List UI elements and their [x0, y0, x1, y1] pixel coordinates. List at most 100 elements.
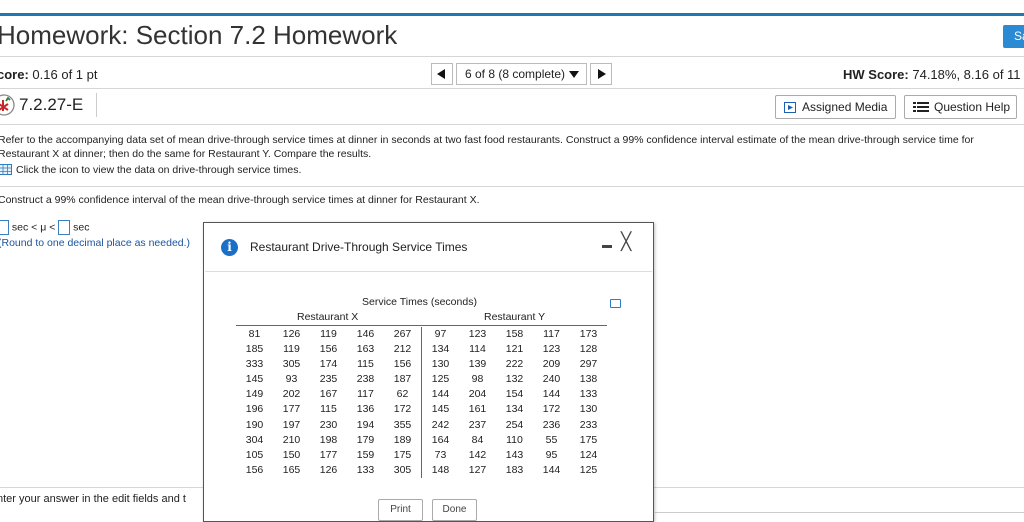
restaurant-y-cell: 145: [421, 402, 459, 418]
restaurant-y-cell: 123: [542, 343, 561, 356]
restaurant-y-cell: 139: [468, 358, 487, 371]
restaurant-y-cell: 95: [545, 448, 558, 461]
restaurant-y-cell: 254: [505, 418, 524, 431]
print-button[interactable]: Print: [378, 499, 423, 521]
hw-score-label: HW Score:: [843, 67, 909, 82]
dialog-title: Restaurant Drive-Through Service Times: [250, 240, 468, 254]
restaurant-y-header: Restaurant Y: [484, 311, 546, 323]
table-row: 196 177 115 136 172 145 161 134 172 130: [236, 402, 608, 418]
restaurant-y-cell: 222: [505, 358, 524, 371]
restaurant-x-cell: 119: [283, 343, 300, 356]
question-help-label: Question Help: [934, 100, 1011, 114]
restaurant-y-cell: 125: [421, 372, 459, 388]
question-prompt: Refer to the accompanying data set of me…: [0, 134, 974, 160]
table-row: 304 210 198 179 189 164 84 110 55 175: [236, 432, 608, 448]
divider: [96, 93, 97, 117]
table-row: 81 126 119 146 267 97 123 158 117 173: [236, 327, 608, 343]
table-row: 145 93 235 238 187 125 98 132 240 138: [236, 372, 608, 388]
hw-score: HW Score: 74.18%, 8.16 of 11: [843, 67, 1021, 82]
lower-bound-input[interactable]: [0, 220, 9, 235]
question-selector-dropdown[interactable]: 6 of 8 (8 complete): [456, 63, 587, 85]
restaurant-x-cell: 185: [245, 343, 264, 356]
restaurant-y-cell: 130: [579, 403, 598, 416]
media-icon: [784, 102, 796, 113]
copy-icon[interactable]: [610, 299, 621, 308]
table-row: 149 202 167 117 62 144 204 154 144 133: [236, 387, 608, 403]
restaurant-y-cell: 125: [579, 463, 598, 476]
restaurant-y-cell: 127: [468, 463, 487, 476]
chevron-down-icon: [569, 71, 579, 78]
restaurant-x-cell: 197: [282, 418, 301, 431]
restaurant-x-cell: 175: [393, 448, 412, 461]
restaurant-x-cell: 238: [356, 373, 375, 386]
restaurant-x-cell: 159: [356, 448, 375, 461]
restaurant-x-cell: 133: [356, 463, 375, 476]
restaurant-x-cell: 210: [282, 433, 301, 446]
restaurant-x-cell: 126: [282, 328, 301, 340]
divider: [0, 124, 1024, 125]
table-row: 156 165 126 133 305 148 127 183 144 125: [236, 462, 608, 478]
data-link[interactable]: Click the icon to view the data on drive…: [0, 164, 301, 176]
divider: [236, 325, 607, 326]
restaurant-y-cell: 233: [579, 418, 598, 431]
minimize-icon[interactable]: [602, 245, 612, 248]
restaurant-y-cell: 161: [468, 403, 487, 416]
restaurant-x-cell: 167: [319, 388, 338, 401]
divider: [0, 186, 1024, 187]
data-table-icon[interactable]: [0, 164, 12, 175]
restaurant-x-cell: 149: [245, 388, 264, 401]
restaurant-x-cell: 355: [393, 418, 412, 431]
list-icon: [913, 102, 929, 112]
upper-bound-input[interactable]: [58, 220, 71, 235]
restaurant-x-cell: 115: [320, 403, 337, 416]
restaurant-x-cell: 333: [245, 358, 264, 371]
info-icon: i: [221, 239, 238, 256]
restaurant-x-cell: 81: [248, 328, 261, 340]
restaurant-y-cell: 55: [545, 433, 558, 446]
partial-credit-icon: [0, 94, 15, 116]
footer-instruction: nter your answer in the edit fields and …: [0, 493, 186, 505]
answer-mid-text: sec < μ <: [11, 221, 56, 234]
question-help-button[interactable]: Question Help: [904, 95, 1017, 119]
divider: [0, 56, 1024, 57]
save-button[interactable]: Sa: [1003, 25, 1024, 48]
restaurant-y-cell: 134: [421, 342, 459, 358]
restaurant-y-cell: 144: [421, 387, 459, 403]
restaurant-y-cell: 128: [579, 343, 598, 356]
service-times-table: 81 126 119 146 267 97 123 158 117 173 185 119 156 163…: [236, 327, 608, 478]
restaurant-y-cell: 175: [579, 433, 598, 446]
restaurant-x-cell: 156: [245, 463, 264, 476]
close-icon[interactable]: ╳: [621, 233, 631, 250]
restaurant-x-cell: 187: [393, 373, 412, 386]
divider: [0, 88, 1024, 89]
restaurant-x-cell: 304: [245, 433, 264, 446]
restaurant-y-cell: 124: [579, 448, 598, 461]
previous-question-button[interactable]: [431, 63, 453, 85]
next-question-button[interactable]: [590, 63, 612, 85]
restaurant-x-cell: 150: [282, 448, 301, 461]
restaurant-x-header: Restaurant X: [297, 311, 359, 323]
restaurant-x-cell: 136: [356, 403, 375, 416]
assigned-media-label: Assigned Media: [802, 100, 888, 114]
restaurant-y-cell: 209: [542, 358, 561, 371]
answer-row: sec < μ < sec: [0, 220, 90, 237]
answer-end-text: sec: [73, 221, 90, 234]
restaurant-y-cell: 237: [468, 418, 487, 431]
assigned-media-button[interactable]: Assigned Media: [775, 95, 896, 119]
restaurant-x-cell: 196: [245, 403, 264, 416]
divider: [655, 512, 1024, 513]
restaurant-y-cell: 144: [542, 463, 561, 476]
restaurant-x-cell: 235: [319, 373, 338, 386]
restaurant-x-cell: 165: [282, 463, 301, 476]
restaurant-y-cell: 138: [579, 373, 598, 386]
restaurant-y-cell: 84: [471, 433, 484, 446]
score-value: 0.16 of 1 pt: [32, 67, 98, 82]
restaurant-x-cell: 126: [319, 463, 338, 476]
restaurant-y-cell: 158: [505, 328, 524, 340]
restaurant-x-cell: 230: [319, 418, 338, 431]
score-label: core:: [0, 67, 29, 82]
restaurant-y-cell: 242: [421, 417, 459, 433]
restaurant-y-cell: 117: [543, 328, 560, 340]
done-button[interactable]: Done: [432, 499, 477, 521]
question-id: 7.2.27-E: [19, 95, 84, 114]
